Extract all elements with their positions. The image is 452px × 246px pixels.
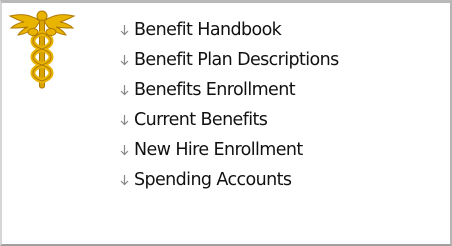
link-label: Spending Accounts (134, 170, 292, 190)
down-arrow-icon (120, 145, 129, 156)
link-new-hire-enrollment[interactable]: New Hire Enrollment (120, 135, 339, 165)
caduceus-icon (6, 7, 78, 93)
down-arrow-icon (120, 175, 129, 186)
down-arrow-icon (120, 25, 129, 36)
link-benefits-enrollment[interactable]: Benefits Enrollment (120, 75, 339, 105)
link-benefit-handbook[interactable]: Benefit Handbook (120, 15, 339, 45)
link-current-benefits[interactable]: Current Benefits (120, 105, 339, 135)
link-spending-accounts[interactable]: Spending Accounts (120, 165, 339, 195)
link-label: Benefit Plan Descriptions (134, 50, 339, 70)
down-arrow-icon (120, 55, 129, 66)
benefits-link-list: Benefit Handbook Benefit Plan Descriptio… (120, 15, 339, 195)
link-label: Benefits Enrollment (134, 80, 296, 100)
link-label: New Hire Enrollment (134, 140, 303, 160)
down-arrow-icon (120, 85, 129, 96)
link-benefit-plan-descriptions[interactable]: Benefit Plan Descriptions (120, 45, 339, 75)
down-arrow-icon (120, 115, 129, 126)
link-label: Current Benefits (134, 110, 268, 130)
benefits-panel: Benefit Handbook Benefit Plan Descriptio… (0, 0, 452, 246)
link-label: Benefit Handbook (134, 20, 282, 40)
